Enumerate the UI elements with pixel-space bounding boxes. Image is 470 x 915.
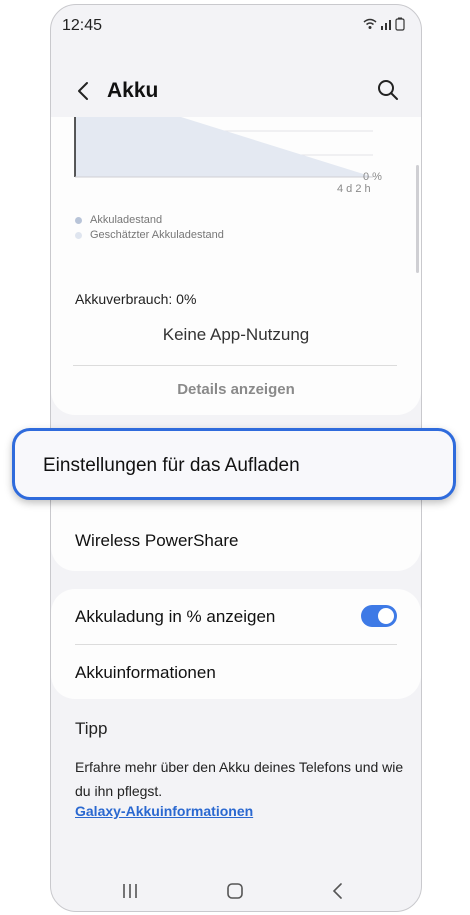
divider — [73, 365, 397, 366]
status-time: 12:45 — [62, 17, 103, 34]
galaxy-battery-info-link[interactable]: Galaxy-Akkuinformationen — [75, 803, 253, 819]
toggle-knob — [378, 608, 394, 624]
details-button[interactable]: Details anzeigen — [51, 381, 421, 398]
page-title: Akku — [107, 79, 159, 102]
legend-label: Akkuladestand — [90, 214, 163, 226]
legend-dot-icon — [75, 231, 82, 239]
tip-text: Erfahre mehr über den Akku deines Telefo… — [75, 759, 404, 799]
wireless-powershare-item[interactable]: Wireless PowerShare — [75, 531, 238, 551]
battery-settings-card: Akkuladung in % anzeigen Akkuinformation… — [51, 589, 421, 699]
status-icons — [363, 17, 407, 34]
recent-apps-icon[interactable] — [117, 881, 143, 901]
search-icon[interactable] — [373, 75, 403, 105]
chart-percent-label: 0 % — [363, 171, 382, 183]
battery-usage-label: Akkuverbrauch: 0% — [75, 291, 197, 307]
charging-settings-item[interactable]: Einstellungen für das Aufladen — [12, 428, 456, 500]
legend-dot-icon — [75, 216, 82, 224]
scrollbar[interactable] — [416, 165, 419, 273]
estimated-battery-area — [75, 117, 373, 177]
battery-info-item[interactable]: Akkuinformationen — [75, 663, 216, 683]
battery-usage-card: 0 % 4 d 2 h Akkuladestand Geschätzter Ak… — [51, 117, 421, 415]
back-nav-icon[interactable] — [325, 881, 351, 901]
charging-settings-label: Einstellungen für das Aufladen — [43, 455, 300, 476]
show-percent-toggle[interactable] — [361, 605, 397, 627]
navigation-bar — [51, 871, 421, 911]
wifi-signal-battery-icon — [363, 17, 405, 31]
powershare-card: Wireless PowerShare — [51, 493, 421, 571]
back-arrow-icon[interactable] — [69, 73, 99, 109]
home-icon[interactable] — [222, 881, 248, 901]
divider — [75, 644, 397, 645]
legend-item: Akkuladestand — [75, 214, 162, 226]
show-percent-label[interactable]: Akkuladung in % anzeigen — [75, 607, 275, 627]
no-app-usage-label: Keine App-Nutzung — [162, 325, 310, 344]
app-bar: Akku — [51, 65, 421, 117]
status-bar: 12:45 — [51, 5, 421, 49]
chart-time-label: 4 d 2 h — [337, 183, 371, 195]
legend-label: Geschätzter Akkuladestand — [90, 229, 224, 241]
legend-item: Geschätzter Akkuladestand — [75, 229, 224, 241]
tip-heading: Tipp — [75, 719, 108, 738]
